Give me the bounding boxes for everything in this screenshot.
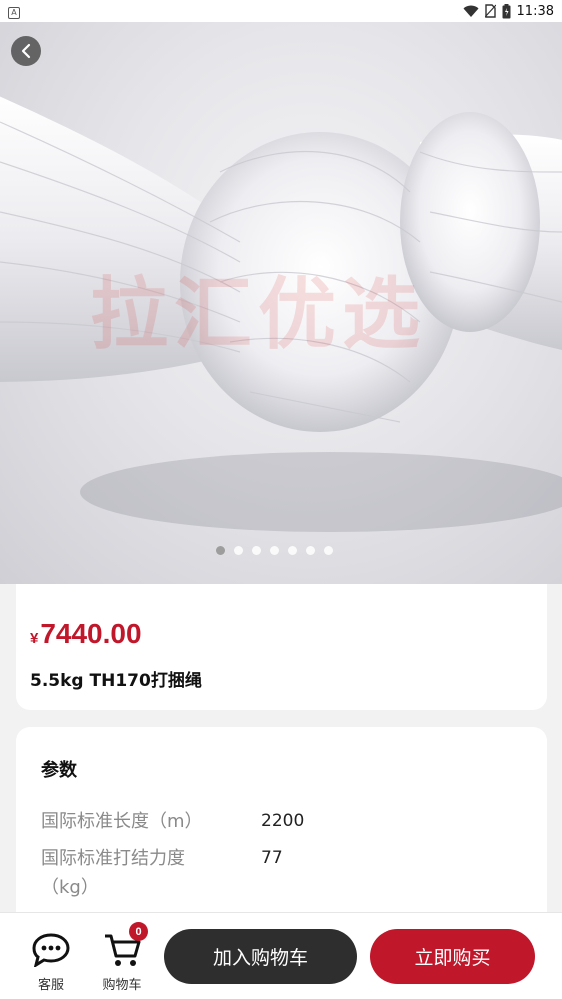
param-label: 国际标准打结力度 （kg）	[41, 844, 261, 902]
carousel-dot[interactable]	[305, 546, 315, 555]
add-to-cart-button[interactable]: 加入购物车	[164, 929, 357, 984]
param-label: 国际标准长度（m）	[41, 811, 203, 832]
chat-bubble-icon	[32, 933, 70, 967]
back-button[interactable]	[11, 36, 41, 66]
param-row: 国际标准长度（m） 2200	[41, 807, 521, 836]
carousel-dot[interactable]	[233, 546, 243, 555]
status-left: A	[8, 4, 20, 19]
price-amount: 7440.00	[40, 618, 142, 649]
carousel-dot[interactable]	[215, 546, 225, 555]
carousel-dot[interactable]	[269, 546, 279, 555]
price-card: ¥ 7440.00 5.5kg TH170打捆绳	[16, 584, 547, 710]
carousel-dot[interactable]	[251, 546, 261, 555]
currency-symbol: ¥	[30, 630, 39, 647]
param-label-line: （kg）	[41, 877, 99, 898]
cart-button[interactable]: 购物车 0	[92, 913, 152, 999]
status-time: 11:38	[516, 3, 554, 19]
carousel-dot[interactable]	[323, 546, 333, 555]
param-row: 国际标准打结力度 （kg） 77	[41, 844, 521, 902]
carousel-indicator	[0, 546, 562, 555]
status-right: 11:38	[463, 3, 554, 19]
bottom-action-bar: 客服 购物车 0 加入购物车 立即购买	[0, 912, 562, 999]
product-name: 5.5kg TH170打捆绳	[30, 671, 202, 691]
param-value: 77	[261, 848, 283, 868]
app-notification-icon: A	[8, 6, 20, 19]
carousel-dot[interactable]	[287, 546, 297, 555]
params-title: 参数	[41, 760, 77, 781]
product-price: ¥ 7440.00	[30, 618, 142, 650]
cart-label: 购物车	[102, 978, 142, 993]
no-sim-icon	[484, 4, 496, 18]
customer-service-button[interactable]: 客服	[21, 913, 81, 999]
buy-now-button[interactable]: 立即购买	[370, 929, 535, 984]
params-card: 参数 国际标准长度（m） 2200 国际标准打结力度 （kg） 77	[16, 727, 547, 927]
param-value: 2200	[261, 811, 305, 831]
status-bar: A 11:38	[0, 0, 562, 22]
cart-count-badge: 0	[129, 922, 148, 941]
product-image-carousel[interactable]: 拉汇优选	[0, 22, 562, 584]
battery-icon	[502, 3, 511, 18]
watermark-text: 拉汇优选	[90, 270, 427, 360]
wifi-icon	[463, 5, 479, 17]
customer-service-label: 客服	[37, 978, 64, 993]
chevron-left-icon	[21, 43, 31, 59]
param-label-line: 国际标准打结力度	[41, 848, 185, 869]
